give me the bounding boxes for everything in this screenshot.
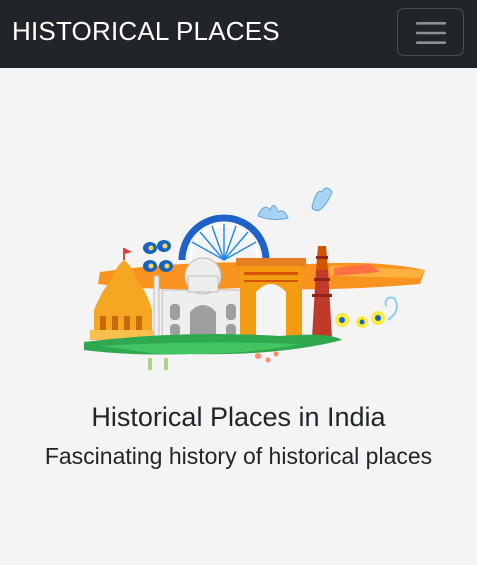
navbar-brand[interactable]: HISTORICAL PLACES [12,14,280,48]
india-monuments-illustration [84,187,425,370]
hamburger-menu-icon [416,22,446,44]
navbar-toggler-button[interactable] [397,8,464,56]
hero-subtitle: Fascinating history of historical places [44,443,433,469]
hero-title: Historical Places in India [91,402,386,432]
navbar: HISTORICAL PLACES [0,0,477,68]
